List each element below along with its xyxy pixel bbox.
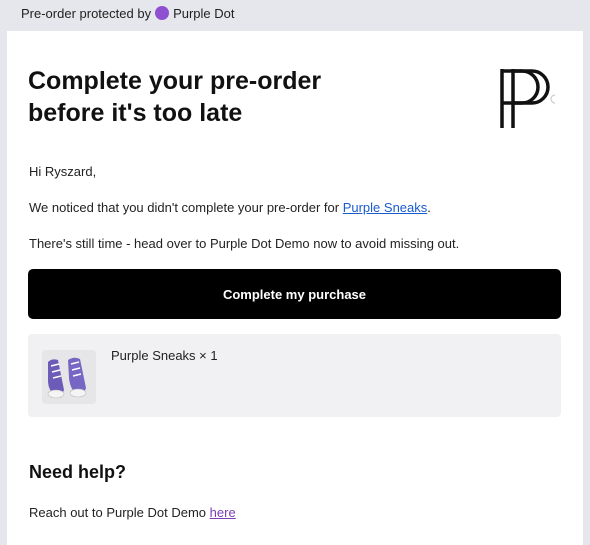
complete-purchase-button[interactable]: Complete my purchase xyxy=(28,269,561,319)
product-name: Purple Sneaks × 1 xyxy=(111,348,218,363)
pre-order-protection-banner: Pre-order protected by Purple Dot xyxy=(21,4,235,22)
greeting: Hi Ryszard, xyxy=(29,164,97,179)
reminder-paragraph: There's still time - head over to Purple… xyxy=(29,236,460,251)
help-prefix: Reach out to Purple Dot Demo xyxy=(29,505,207,520)
email-headline: Complete your pre-order before it's too … xyxy=(28,67,322,127)
purple-dot-icon xyxy=(155,6,170,20)
notice-paragraph: We noticed that you didn't complete your… xyxy=(29,200,431,215)
help-title: Need help? xyxy=(29,462,127,482)
notice-prefix: We noticed that you didn't complete your… xyxy=(29,200,340,215)
email-card: Complete your pre-order before it's too … xyxy=(7,31,583,545)
product-summary: Purple Sneaks × 1 xyxy=(28,334,561,417)
purple-dot-logo-icon xyxy=(498,67,558,129)
sneakers-thumbnail-icon xyxy=(42,350,96,404)
help-link[interactable]: here xyxy=(210,505,236,520)
banner-brand: Purple Dot xyxy=(173,5,235,21)
help-text: Reach out to Purple Dot Demo here xyxy=(29,505,236,520)
banner-prefix: Pre-order protected by xyxy=(21,5,152,21)
notice-suffix: . xyxy=(427,200,431,215)
product-link[interactable]: Purple Sneaks xyxy=(343,200,428,215)
